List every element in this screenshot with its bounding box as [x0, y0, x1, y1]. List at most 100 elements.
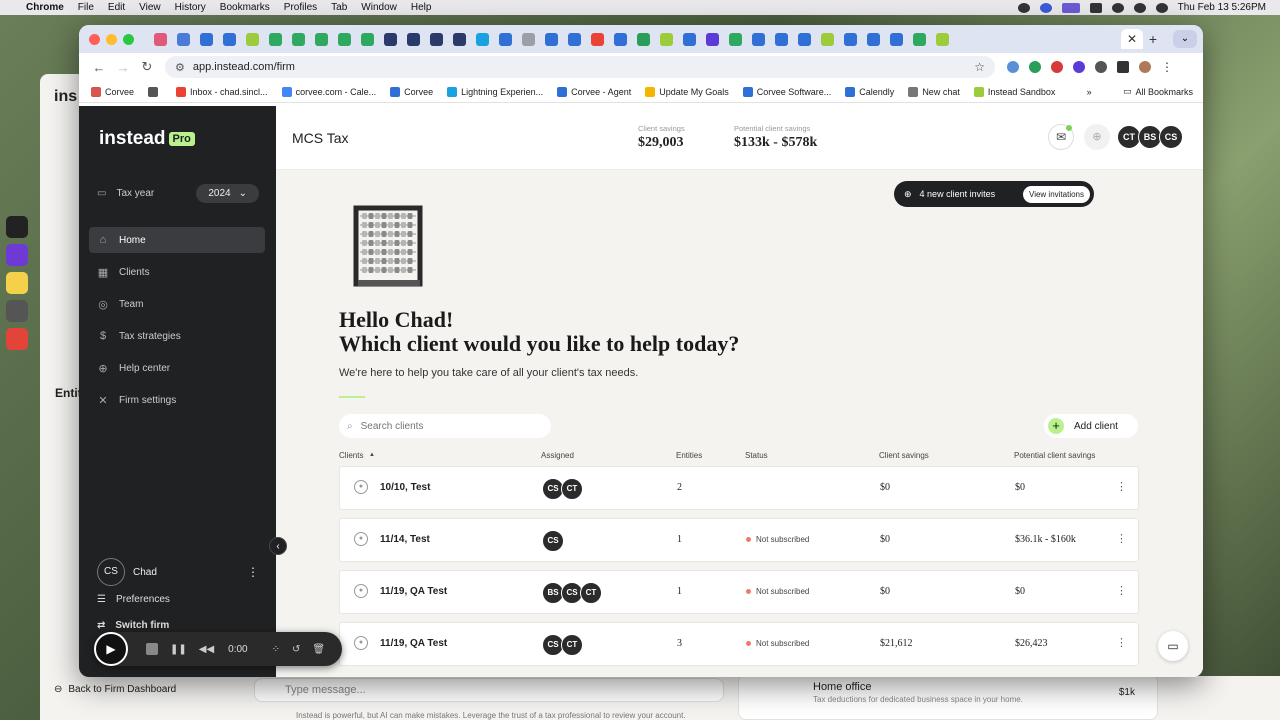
- column-header-assigned[interactable]: Assigned: [541, 451, 574, 460]
- menu-tab[interactable]: Tab: [331, 2, 347, 13]
- bookmark-item[interactable]: [148, 86, 162, 97]
- bg-strategy-card[interactable]: Home office Tax deductions for dedicated…: [738, 674, 1158, 720]
- team-avatars[interactable]: CT BS CS: [1117, 125, 1183, 149]
- bookmark-item[interactable]: Corvee: [390, 86, 433, 97]
- screen-share-icon[interactable]: [1061, 2, 1080, 13]
- column-header-client-savings[interactable]: Client savings: [879, 451, 929, 460]
- tax-year-select[interactable]: 2024 ⌄: [196, 183, 259, 203]
- browser-tab[interactable]: [407, 32, 420, 46]
- search-icon[interactable]: [1133, 2, 1146, 13]
- extension-icon[interactable]: [1051, 61, 1063, 73]
- client-name[interactable]: 11/19, QA Test: [380, 586, 447, 597]
- bookmark-item[interactable]: Inbox - chad.sincl...: [176, 86, 268, 97]
- browser-tab[interactable]: [752, 32, 765, 46]
- search-clients-input[interactable]: [360, 420, 531, 432]
- menu-view[interactable]: View: [139, 2, 161, 13]
- minimize-window-button[interactable]: [106, 33, 117, 45]
- bg-chat-input[interactable]: Type message...: [254, 678, 724, 702]
- client-name[interactable]: 11/19, QA Test: [380, 638, 447, 649]
- site-info-icon[interactable]: ⚙: [175, 61, 185, 74]
- browser-tab[interactable]: [338, 32, 351, 46]
- extension-icon[interactable]: [1007, 61, 1019, 73]
- bookmark-item[interactable]: Corvee: [91, 86, 134, 97]
- menu-help[interactable]: Help: [411, 2, 432, 13]
- bookmark-star-icon[interactable]: ☆: [974, 60, 985, 74]
- puzzle-icon[interactable]: [1117, 61, 1129, 73]
- camera-icon[interactable]: ▶: [94, 632, 128, 666]
- browser-tab[interactable]: [177, 32, 190, 46]
- browser-tab[interactable]: [683, 32, 696, 46]
- browser-tab[interactable]: [798, 32, 811, 46]
- bookmark-item[interactable]: Calendly: [845, 86, 894, 97]
- row-menu-icon[interactable]: ⋮: [1116, 584, 1127, 597]
- browser-tab[interactable]: [499, 32, 512, 46]
- menu-window[interactable]: Window: [361, 2, 397, 13]
- browser-tab[interactable]: [200, 32, 213, 46]
- menu-edit[interactable]: Edit: [108, 2, 125, 13]
- sidebar-item-firm-settings[interactable]: ✕ Firm settings: [89, 387, 265, 413]
- notes-icon[interactable]: [6, 272, 28, 294]
- table-row[interactable]: ● 11/19, QA Test BS CS CT 1 Not subscribed $0 $0…: [339, 570, 1139, 614]
- shield-icon[interactable]: [1073, 61, 1085, 73]
- github-icon[interactable]: [6, 244, 28, 266]
- browser-tab[interactable]: [384, 32, 397, 46]
- browser-tab[interactable]: [154, 32, 167, 46]
- browser-tab[interactable]: [706, 32, 719, 46]
- table-row[interactable]: ● 11/14, Test CS 1 Not subscribed $0 $36.1k - …: [339, 518, 1139, 562]
- client-name[interactable]: 10/10, Test: [380, 482, 430, 493]
- column-header-entities[interactable]: Entities: [676, 451, 702, 460]
- browser-tab[interactable]: [729, 32, 742, 46]
- browser-tab[interactable]: [775, 32, 788, 46]
- control-center-icon[interactable]: [1155, 2, 1168, 13]
- wifi-icon[interactable]: [1111, 2, 1124, 13]
- grammarly-icon[interactable]: [1029, 61, 1041, 73]
- column-header-status[interactable]: Status: [745, 451, 768, 460]
- close-window-button[interactable]: [89, 33, 100, 45]
- row-menu-icon[interactable]: ⋮: [1116, 636, 1127, 649]
- pause-icon[interactable]: ❚❚: [170, 644, 187, 655]
- browser-tab[interactable]: [476, 32, 489, 46]
- row-menu-icon[interactable]: ⋮: [1116, 480, 1127, 493]
- browser-tab[interactable]: [292, 32, 305, 46]
- sidebar-item-tax-strategies[interactable]: $ Tax strategies: [89, 323, 265, 349]
- kebab-menu-icon[interactable]: ⋮: [1161, 60, 1173, 74]
- bookmark-item[interactable]: Instead Sandbox: [973, 86, 1055, 97]
- back-to-dashboard-link[interactable]: ⊖ Back to Firm Dashboard: [54, 684, 176, 695]
- undo-icon[interactable]: ↺: [292, 644, 300, 655]
- browser-tab[interactable]: [361, 32, 374, 46]
- all-bookmarks-folder[interactable]: ▭ All Bookmarks: [1123, 86, 1193, 97]
- column-header-clients[interactable]: Clients: [339, 451, 363, 460]
- add-user-icon[interactable]: ⊕: [1084, 124, 1110, 150]
- sidebar-item-team[interactable]: ◎ Team: [89, 291, 265, 317]
- row-menu-icon[interactable]: ⋮: [1116, 532, 1127, 545]
- chrome-icon[interactable]: [6, 328, 28, 350]
- forward-icon[interactable]: →: [111, 60, 135, 75]
- browser-tab[interactable]: [430, 32, 443, 46]
- table-row[interactable]: ● 11/19, QA Test CS CT 3 Not subscribed $21,61…: [339, 622, 1139, 666]
- add-client-button[interactable]: + Add client: [1044, 414, 1138, 438]
- bookmark-item[interactable]: Corvee - Agent: [557, 86, 631, 97]
- maximize-window-button[interactable]: [123, 33, 134, 45]
- bookmark-item[interactable]: Lightning Experien...: [447, 86, 543, 97]
- bookmark-item[interactable]: Update My Goals: [645, 86, 729, 97]
- collapse-sidebar-button[interactable]: ‹: [269, 537, 287, 555]
- browser-tab[interactable]: [453, 32, 466, 46]
- menu-history[interactable]: History: [175, 2, 206, 13]
- chat-launcher-icon[interactable]: ▭: [1158, 631, 1188, 661]
- sort-ascending-icon[interactable]: ▲: [369, 452, 375, 458]
- browser-tab[interactable]: [821, 32, 834, 46]
- active-tab-close-icon[interactable]: ✕: [1121, 29, 1143, 49]
- switch-firm-link[interactable]: ⇄ Switch firm: [97, 620, 169, 631]
- team-member-avatar[interactable]: CS: [1159, 125, 1183, 149]
- browser-tab[interactable]: [913, 32, 926, 46]
- browser-tab[interactable]: [545, 32, 558, 46]
- browser-tab[interactable]: [637, 32, 650, 46]
- bookmark-item[interactable]: New chat: [908, 86, 960, 97]
- grid-icon[interactable]: ⁘: [272, 644, 280, 655]
- browser-tab[interactable]: [315, 32, 328, 46]
- rewind-icon[interactable]: ◀◀: [199, 644, 214, 655]
- settings-icon[interactable]: [1095, 61, 1107, 73]
- menu-bookmarks[interactable]: Bookmarks: [220, 2, 270, 13]
- calculator-icon[interactable]: [6, 300, 28, 322]
- column-header-potential-client-savings[interactable]: Potential client savings: [1014, 451, 1095, 460]
